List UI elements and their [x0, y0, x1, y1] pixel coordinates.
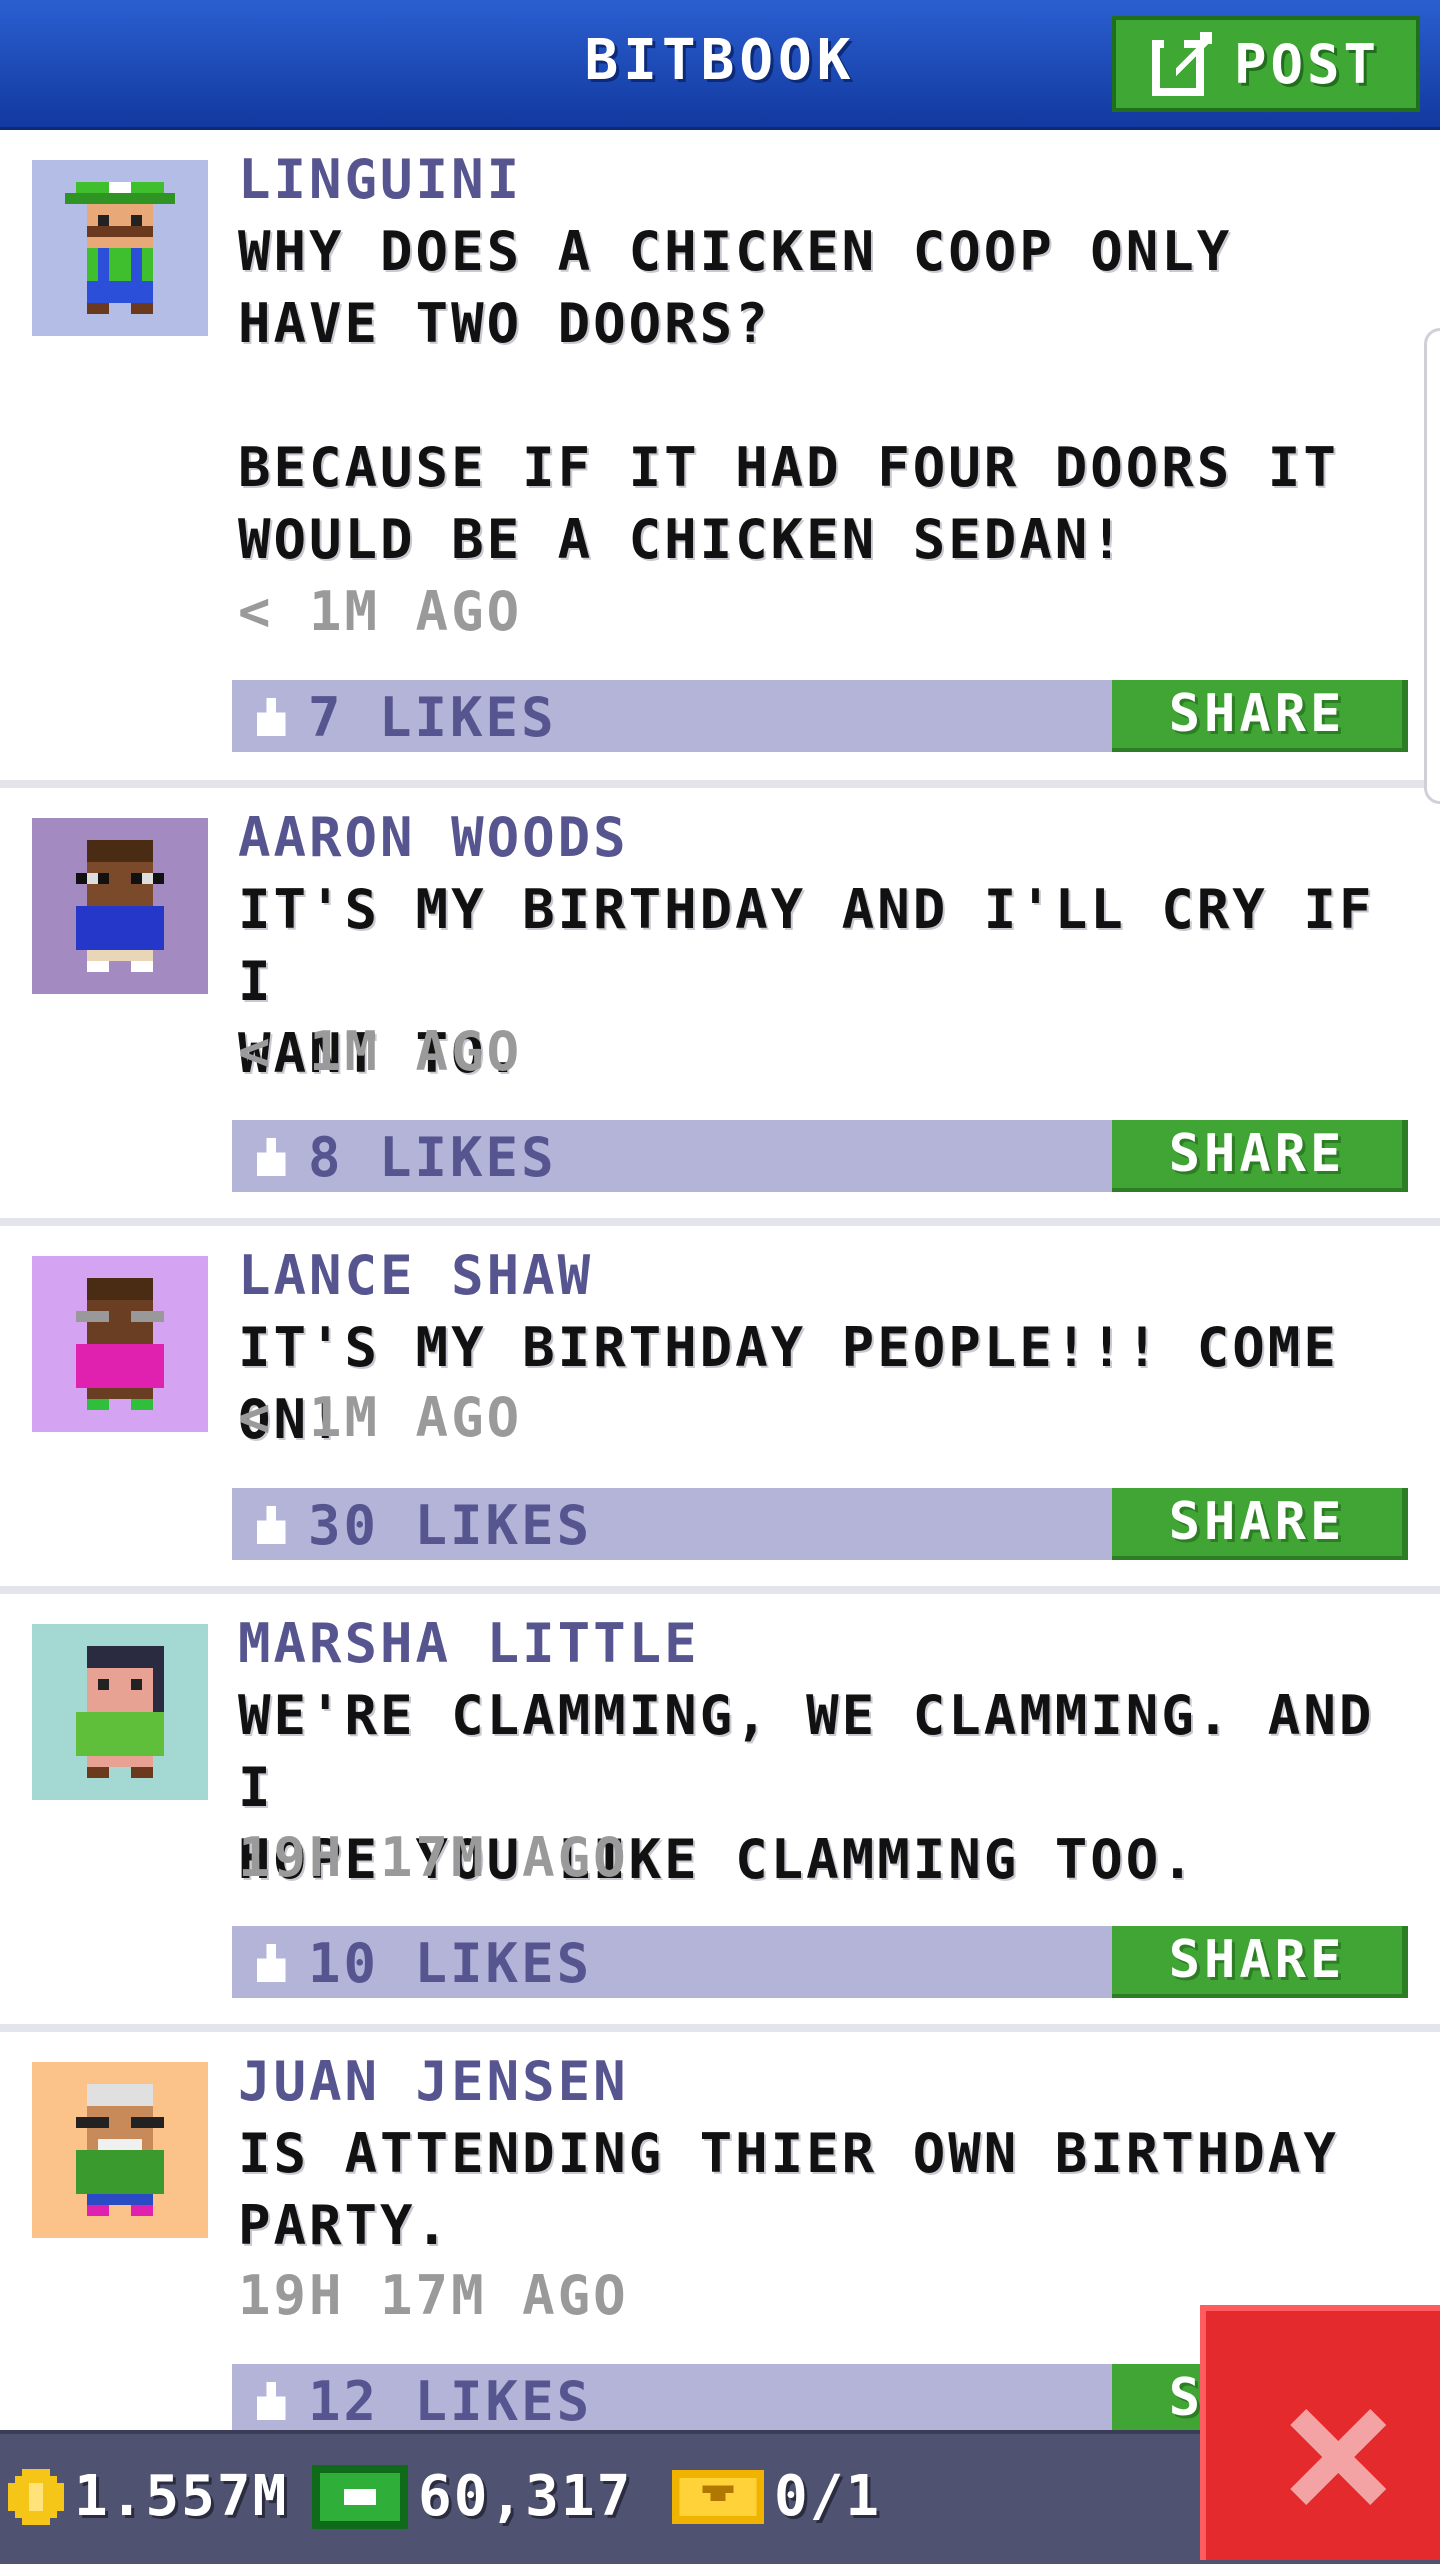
post-author-name[interactable]: LANCE SHAW [238, 1244, 593, 1307]
divider [0, 1218, 1440, 1226]
post-button-label: POST [1233, 32, 1381, 96]
coins-value: 1.557M [74, 2464, 289, 2529]
glasses-pink-shirt-avatar-icon[interactable] [32, 1256, 208, 1432]
post-button[interactable]: POST [1112, 16, 1420, 112]
likes-count: 10 LIKES [308, 1932, 593, 1995]
post-timestamp: < 1M AGO [238, 1020, 523, 1083]
share-button[interactable]: SHARE [1112, 1926, 1408, 1998]
coin-icon [8, 2468, 64, 2525]
share-button[interactable]: SHARE [1112, 1120, 1408, 1192]
dark-hair-green-shirt-avatar-icon[interactable] [32, 1624, 208, 1800]
share-button[interactable]: SHARE [1112, 680, 1408, 752]
likes-bar: 8 LIKES SHARE [232, 1120, 1408, 1192]
bux-counter: 60,317 [312, 2464, 632, 2529]
list-item: MARSHA LITTLE WE'RE CLAMMING, WE CLAMMIN… [0, 1594, 1440, 2024]
green-cap-mustache-avatar-icon[interactable] [32, 160, 208, 336]
likes-bar: 30 LIKES SHARE [232, 1488, 1408, 1560]
post-author-name[interactable]: LINGUINI [238, 148, 522, 211]
likes-bar: 7 LIKES SHARE [232, 680, 1408, 752]
thumbs-up-icon[interactable] [252, 2382, 290, 2420]
thumbs-up-icon[interactable] [252, 698, 290, 736]
share-button[interactable]: SHARE [1112, 1488, 1408, 1560]
top-bar: BITBOOK POST [0, 0, 1440, 130]
ticket-icon [672, 2469, 764, 2524]
thumbs-up-icon[interactable] [252, 1138, 290, 1176]
post-timestamp: 19H 17M AGO [238, 1826, 629, 1889]
grey-hair-glasses-avatar-icon[interactable] [32, 2062, 208, 2238]
scrollbar[interactable] [1424, 328, 1440, 804]
post-author-name[interactable]: MARSHA LITTLE [238, 1612, 700, 1675]
divider [0, 1586, 1440, 1594]
coins-counter: 1.557M [8, 2464, 288, 2529]
post-timestamp: < 1M AGO [238, 1386, 523, 1449]
likes-bar: 10 LIKES SHARE [232, 1926, 1408, 1998]
likes-count: 30 LIKES [308, 1494, 593, 1557]
post-author-name[interactable]: AARON WOODS [238, 806, 629, 869]
post-message: WHY DOES A CHICKEN COOP ONLY HAVE TWO DO… [238, 220, 1339, 571]
list-item: LANCE SHAW IT'S MY BIRTHDAY PEOPLE!!! CO… [0, 1226, 1440, 1586]
tickets-value: 0/1 [774, 2464, 882, 2529]
list-item: AARON WOODS IT'S MY BIRTHDAY AND I'LL CR… [0, 788, 1440, 1218]
glasses-blue-shirt-avatar-icon[interactable] [32, 818, 208, 994]
likes-count: 8 LIKES [308, 1126, 557, 1189]
list-item: LINGUINI WHY DOES A CHICKEN COOP ONLY HA… [0, 130, 1440, 780]
likes-count: 12 LIKES [308, 2370, 593, 2430]
post-timestamp: < 1M AGO [238, 580, 523, 643]
thumbs-up-icon[interactable] [252, 1506, 290, 1544]
tickets-counter: 0/1 [672, 2464, 881, 2529]
bux-value: 60,317 [418, 2464, 633, 2529]
close-icon [1290, 2409, 1386, 2505]
likes-count: 7 LIKES [308, 686, 557, 749]
compose-icon [1151, 32, 1212, 96]
feed-list[interactable]: LINGUINI WHY DOES A CHICKEN COOP ONLY HA… [0, 130, 1440, 2430]
post-timestamp: 19H 17M AGO [238, 2264, 629, 2327]
post-author-name[interactable]: JUAN JENSEN [238, 2050, 629, 2113]
post-message: IS ATTENDING THIER OWN BIRTHDAY PARTY. [238, 2122, 1339, 2257]
close-button[interactable] [1200, 2305, 1440, 2560]
divider [0, 780, 1440, 788]
divider [0, 2024, 1440, 2032]
thumbs-up-icon[interactable] [252, 1944, 290, 1982]
bux-icon [312, 2464, 408, 2529]
